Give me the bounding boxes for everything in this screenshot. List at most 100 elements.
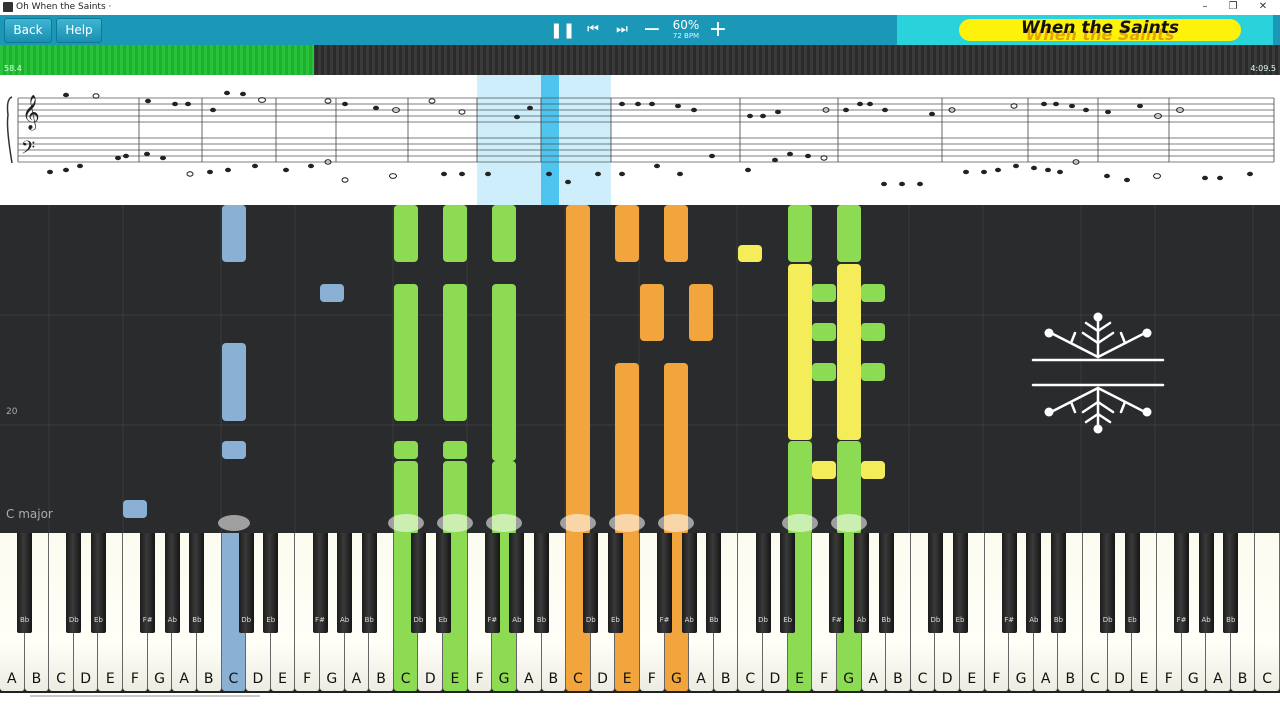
black-key-label: Db: [585, 616, 596, 624]
black-key-label: Db: [413, 616, 424, 624]
note-bar: [222, 441, 246, 459]
black-key[interactable]: Bb: [17, 533, 33, 633]
black-key[interactable]: Db: [238, 533, 254, 633]
snowflake-icon: [1031, 312, 1165, 434]
black-key-label: Bb: [192, 616, 202, 624]
black-key-label: Ab: [1201, 616, 1211, 624]
black-key-label: Eb: [1127, 616, 1137, 624]
note-bar: [837, 205, 861, 262]
white-key-label: G: [498, 671, 510, 687]
white-key-label: B: [893, 671, 903, 687]
black-key[interactable]: Eb: [1124, 533, 1140, 633]
black-key-label: Eb: [783, 616, 793, 624]
song-progress-bar[interactable]: 58.4 4:09.5: [0, 45, 1280, 75]
note-bar: [812, 284, 836, 302]
black-key[interactable]: Db: [410, 533, 426, 633]
close-window-button[interactable]: ✕: [1248, 0, 1278, 15]
black-key[interactable]: Bb: [706, 533, 722, 633]
white-key-label: E: [450, 671, 460, 687]
song-title: When the Saints: [1021, 18, 1179, 38]
note-bar: [443, 205, 467, 262]
pause-icon[interactable]: ❚❚: [550, 16, 575, 44]
bass-staff-lines: [18, 137, 1274, 163]
black-key[interactable]: F#: [1174, 533, 1190, 633]
black-key[interactable]: Bb: [534, 533, 550, 633]
white-key-label: C: [1089, 671, 1100, 687]
black-key[interactable]: Bb: [878, 533, 894, 633]
white-key-label: D: [769, 671, 781, 687]
white-key-label: F: [820, 671, 829, 687]
black-key[interactable]: Ab: [854, 533, 870, 633]
black-key[interactable]: Eb: [607, 533, 623, 633]
white-key-label: C: [56, 671, 66, 687]
tempo-up-button[interactable]: +: [706, 16, 730, 44]
black-key-label: Bb: [536, 616, 547, 624]
black-key[interactable]: Ab: [1198, 533, 1214, 633]
minimize-button[interactable]: –: [1190, 0, 1220, 15]
black-key[interactable]: Bb: [1050, 533, 1066, 633]
grand-staff-brace: [6, 96, 13, 164]
black-key[interactable]: Eb: [435, 533, 451, 633]
note-bar: [394, 205, 418, 262]
black-key[interactable]: F#: [1001, 533, 1017, 633]
previous-icon[interactable]: ⏮: [581, 16, 605, 44]
white-key[interactable]: C: [1255, 533, 1280, 691]
black-key[interactable]: F#: [140, 533, 156, 633]
black-key[interactable]: Ab: [164, 533, 180, 633]
black-key[interactable]: Eb: [263, 533, 279, 633]
note-bar: [738, 245, 762, 262]
tempo-percent: 60%: [672, 18, 700, 32]
black-key-label: Ab: [339, 616, 350, 624]
restore-button[interactable]: ❐: [1218, 0, 1248, 15]
black-key[interactable]: Ab: [337, 533, 353, 633]
black-key-label: Eb: [610, 616, 620, 624]
white-key-label: E: [622, 671, 632, 687]
black-key[interactable]: F#: [312, 533, 328, 633]
black-key[interactable]: F#: [657, 533, 673, 633]
note-bar: [664, 205, 688, 262]
black-key[interactable]: Bb: [361, 533, 377, 633]
white-key-label: D: [424, 671, 436, 687]
note-bar: [689, 284, 713, 341]
black-key[interactable]: Db: [927, 533, 943, 633]
black-key-label: F#: [142, 616, 153, 624]
back-button[interactable]: Back: [4, 18, 52, 43]
black-key-label: Db: [68, 616, 79, 624]
white-key-label: D: [80, 671, 92, 687]
black-key[interactable]: Db: [583, 533, 599, 633]
black-key[interactable]: Eb: [952, 533, 968, 633]
help-button[interactable]: Help: [56, 18, 102, 43]
black-key[interactable]: Bb: [1223, 533, 1239, 633]
note-bar: [615, 205, 639, 262]
black-key[interactable]: Ab: [681, 533, 697, 633]
white-key-label: F: [475, 671, 484, 687]
white-key-label: F: [992, 671, 1001, 687]
white-key-label: B: [203, 671, 214, 687]
black-key[interactable]: Db: [66, 533, 82, 633]
next-icon[interactable]: ⏭: [610, 16, 634, 44]
white-key-label: A: [351, 671, 362, 687]
black-key[interactable]: Ab: [1026, 533, 1042, 633]
black-key[interactable]: Ab: [509, 533, 525, 633]
black-key[interactable]: Db: [755, 533, 771, 633]
white-key-label: G: [1015, 671, 1027, 687]
black-key[interactable]: F#: [829, 533, 845, 633]
tempo-down-button[interactable]: −: [640, 16, 664, 44]
window-title: Oh When the Saints ·: [16, 1, 111, 13]
black-key[interactable]: Bb: [189, 533, 205, 633]
white-key-label: C: [573, 671, 583, 687]
black-key[interactable]: Db: [1100, 533, 1116, 633]
elapsed-time: 58.4: [4, 64, 22, 73]
piano-keyboard[interactable]: ABCDEFGABCDEFGABCDEFGABCDEFGABCDEFGABCDE…: [0, 533, 1280, 693]
white-key-label: C: [1262, 671, 1273, 687]
black-key[interactable]: Eb: [90, 533, 106, 633]
black-key-label: Ab: [856, 616, 867, 624]
note-bar: [788, 205, 812, 262]
treble-clef-icon: 𝄞: [22, 95, 40, 131]
black-key[interactable]: Eb: [780, 533, 796, 633]
note-bar: [861, 363, 885, 381]
black-key[interactable]: F#: [484, 533, 500, 633]
black-key-label: Eb: [94, 616, 103, 624]
sheet-music[interactable]: 𝄞 𝄢: [0, 75, 1280, 205]
white-key-label: A: [1213, 671, 1223, 687]
